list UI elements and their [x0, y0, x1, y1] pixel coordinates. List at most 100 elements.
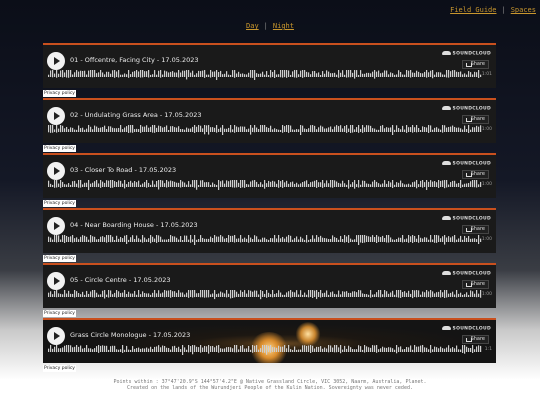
waveform[interactable] [48, 70, 482, 80]
waveform-bar [386, 183, 388, 187]
soundcloud-logo[interactable]: SOUNDCLOUD [441, 161, 491, 167]
waveform-bar [182, 292, 184, 297]
waveform-bar [436, 235, 438, 243]
track-title[interactable]: Grass Circle Monologue - 17.05.2023 [70, 331, 190, 339]
waveform-bar [108, 180, 110, 187]
waveform-bar [170, 180, 172, 187]
waveform[interactable] [48, 235, 482, 245]
soundcloud-logo[interactable]: SOUNDCLOUD [441, 326, 491, 332]
track-title[interactable]: 02 - Undulating Grass Area - 17.05.2023 [70, 111, 202, 119]
waveform-bar [62, 294, 64, 297]
waveform-bar [276, 74, 278, 77]
share-button[interactable]: Share [462, 60, 489, 69]
waveform-bar [50, 291, 52, 297]
waveform-bar [236, 73, 238, 77]
waveform-bar [290, 74, 292, 77]
waveform-bar [460, 180, 462, 188]
waveform-bar [314, 70, 316, 77]
waveform-bar [158, 290, 160, 297]
waveform-bar [246, 238, 248, 242]
waveform-bar [314, 180, 316, 187]
play-button[interactable] [47, 272, 65, 290]
waveform-bar [432, 291, 434, 297]
waveform-bar [232, 235, 234, 242]
track-title[interactable]: 03 - Closer To Road - 17.05.2023 [70, 166, 176, 174]
waveform-bar [312, 125, 314, 133]
waveform-bar [212, 345, 214, 352]
field-guide-link[interactable]: Field Guide [450, 6, 496, 14]
waveform-bar [362, 125, 364, 133]
spaces-link[interactable]: Spaces [511, 6, 536, 14]
play-button[interactable] [47, 107, 65, 125]
waveform-bar [330, 238, 332, 242]
waveform-bar [302, 125, 304, 132]
waveform-bar [464, 125, 466, 132]
soundcloud-player: 02 - Undulating Grass Area - 17.05.2023 S… [43, 98, 496, 143]
waveform[interactable] [48, 180, 482, 190]
waveform-bar [110, 290, 112, 297]
waveform-bar [308, 345, 310, 352]
waveform-bar [274, 293, 276, 297]
waveform-bar [200, 180, 202, 187]
waveform-bar [440, 72, 442, 77]
track-title[interactable]: 04 - Near Boarding House - 17.05.2023 [70, 221, 198, 229]
waveform-bar [150, 184, 152, 187]
waveform-bar [246, 293, 248, 297]
soundcloud-label: SOUNDCLOUD [452, 216, 491, 222]
share-button[interactable]: Share [462, 170, 489, 179]
night-mode-link[interactable]: Night [273, 22, 294, 30]
waveform-bar [98, 183, 100, 187]
soundcloud-logo[interactable]: SOUNDCLOUD [441, 216, 491, 222]
waveform-bar [354, 239, 356, 242]
waveform-bar [348, 292, 350, 297]
privacy-policy-link[interactable]: Privacy policy [43, 365, 76, 372]
day-mode-link[interactable]: Day [246, 22, 259, 30]
waveform[interactable] [48, 345, 482, 355]
waveform-bar [426, 237, 428, 242]
soundcloud-logo[interactable]: SOUNDCLOUD [441, 106, 491, 112]
waveform-bar [114, 181, 116, 187]
waveform-bar [256, 73, 258, 77]
privacy-policy-link[interactable]: Privacy policy [43, 90, 76, 97]
soundcloud-logo[interactable]: SOUNDCLOUD [441, 271, 491, 277]
waveform[interactable] [48, 125, 482, 135]
waveform-bar [392, 290, 394, 297]
play-button[interactable] [47, 327, 65, 345]
share-button[interactable]: Share [462, 225, 489, 234]
waveform[interactable] [48, 290, 482, 300]
share-button[interactable]: Share [462, 280, 489, 289]
soundcloud-logo[interactable]: SOUNDCLOUD [441, 51, 491, 57]
privacy-policy-link[interactable]: Privacy policy [43, 200, 76, 207]
waveform-bar [290, 349, 292, 352]
play-button[interactable] [47, 52, 65, 70]
play-button[interactable] [47, 217, 65, 235]
waveform-bar [204, 182, 206, 187]
share-button[interactable]: Share [462, 115, 489, 124]
waveform-bar [188, 70, 190, 77]
privacy-policy-link[interactable]: Privacy policy [43, 255, 76, 262]
waveform-bar [126, 184, 128, 187]
waveform-bar [272, 238, 274, 242]
waveform-bar [394, 349, 396, 352]
waveform-bar [232, 180, 234, 188]
track-title[interactable]: 05 - Circle Centre - 17.05.2023 [70, 276, 171, 284]
waveform-bar [208, 345, 210, 354]
waveform-bar [178, 126, 180, 132]
waveform-bar [448, 293, 450, 297]
waveform-bar [176, 237, 178, 242]
privacy-policy-link[interactable]: Privacy policy [43, 145, 76, 152]
waveform-bar [418, 235, 420, 243]
waveform-bar [252, 70, 254, 78]
track-title[interactable]: 01 - Offcentre, Facing City - 17.05.2023 [70, 56, 199, 64]
waveform-bar [184, 182, 186, 187]
play-button[interactable] [47, 162, 65, 180]
waveform-bar [444, 74, 446, 77]
soundcloud-icon [441, 271, 451, 275]
waveform-bar [116, 181, 118, 187]
waveform-bar [434, 346, 436, 352]
waveform-bar [412, 290, 414, 299]
privacy-policy-link[interactable]: Privacy policy [43, 310, 76, 317]
share-button[interactable]: Share [462, 335, 489, 344]
waveform-bar [244, 348, 246, 352]
waveform-bar [86, 345, 88, 352]
